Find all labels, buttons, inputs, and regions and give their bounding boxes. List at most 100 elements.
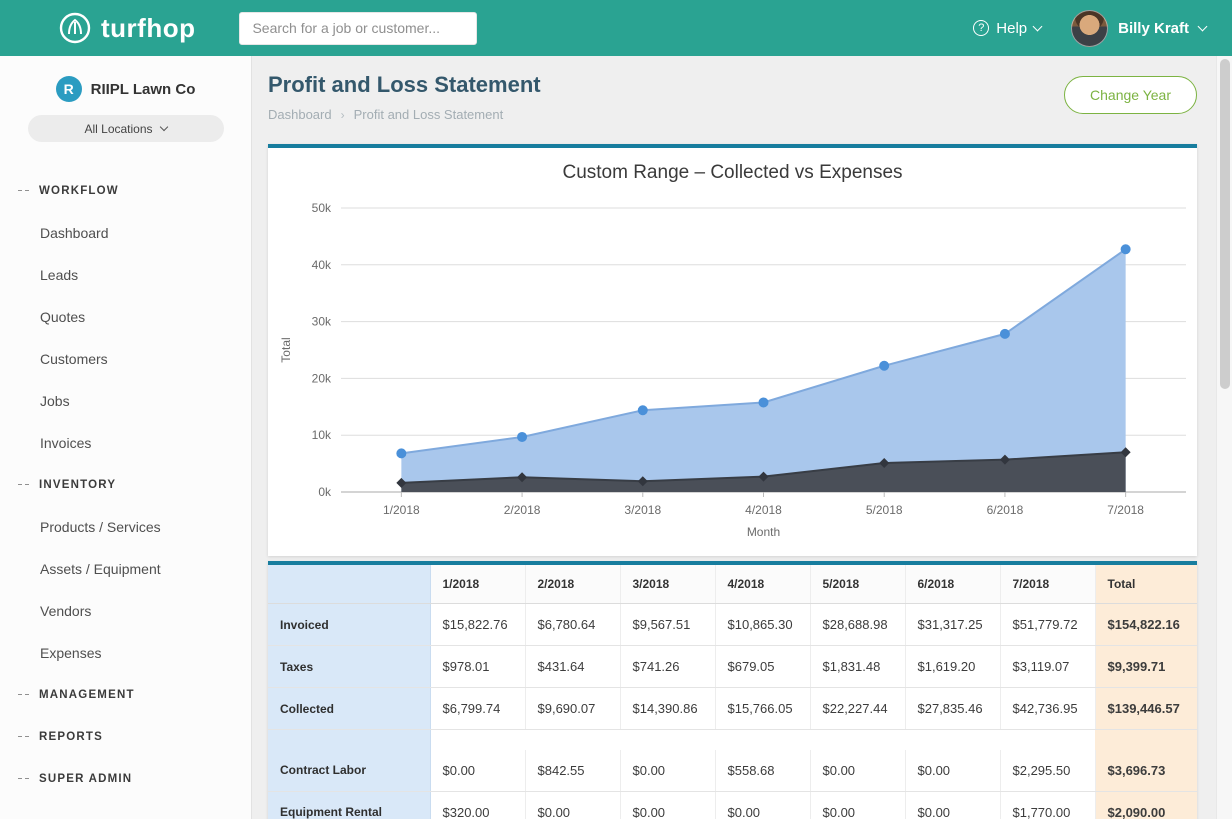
month-column-header: 3/2018 bbox=[620, 565, 715, 604]
cell-value: $842.55 bbox=[525, 750, 620, 792]
cell-value: $0.00 bbox=[905, 750, 1000, 792]
cell-value: $2,295.50 bbox=[1000, 750, 1095, 792]
cell-value: $741.26 bbox=[620, 646, 715, 688]
row-label: Taxes bbox=[268, 646, 430, 688]
sidebar-section-inventory[interactable]: INVENTORY bbox=[0, 464, 251, 506]
gap-label-cell bbox=[268, 730, 430, 750]
sidebar-item-leads[interactable]: Leads bbox=[0, 254, 251, 296]
breadcrumb-current: Profit and Loss Statement bbox=[354, 107, 504, 122]
row-total: $2,090.00 bbox=[1095, 791, 1197, 819]
vertical-scrollbar[interactable] bbox=[1216, 56, 1232, 819]
cell-value: $0.00 bbox=[810, 750, 905, 792]
svg-text:Month: Month bbox=[747, 525, 780, 539]
tree-dash-icon bbox=[18, 733, 32, 741]
svg-text:5/2018: 5/2018 bbox=[866, 503, 903, 517]
tree-dash-icon bbox=[18, 187, 32, 195]
svg-text:Total: Total bbox=[279, 337, 293, 362]
month-column-header: 1/2018 bbox=[430, 565, 525, 604]
tree-dash-icon bbox=[18, 775, 32, 783]
cell-value: $0.00 bbox=[620, 791, 715, 819]
sidebar-section-workflow[interactable]: WORKFLOW bbox=[0, 170, 251, 212]
month-column-header: 4/2018 bbox=[715, 565, 810, 604]
chevron-down-icon bbox=[1033, 21, 1043, 31]
sidebar-item-customers[interactable]: Customers bbox=[0, 338, 251, 380]
row-label: Collected bbox=[268, 688, 430, 730]
month-column-header: 6/2018 bbox=[905, 565, 1000, 604]
cell-value: $679.05 bbox=[715, 646, 810, 688]
sidebar-section-label: REPORTS bbox=[39, 731, 103, 743]
cell-value: $6,780.64 bbox=[525, 604, 620, 646]
sidebar-nav: WORKFLOWDashboardLeadsQuotesCustomersJob… bbox=[0, 170, 251, 800]
cell-value: $0.00 bbox=[620, 750, 715, 792]
table-card: 1/20182/20183/20184/20185/20186/20187/20… bbox=[268, 561, 1197, 819]
gap-cell bbox=[430, 730, 1095, 750]
company-name: RIIPL Lawn Co bbox=[91, 81, 196, 98]
cell-value: $1,619.20 bbox=[905, 646, 1000, 688]
user-menu[interactable]: Billy Kraft bbox=[1071, 10, 1206, 47]
cell-value: $978.01 bbox=[430, 646, 525, 688]
cell-value: $3,119.07 bbox=[1000, 646, 1095, 688]
breadcrumb-dashboard[interactable]: Dashboard bbox=[268, 107, 332, 122]
row-label: Invoiced bbox=[268, 604, 430, 646]
row-total: $139,446.57 bbox=[1095, 688, 1197, 730]
row-total: $154,822.16 bbox=[1095, 604, 1197, 646]
svg-text:1/2018: 1/2018 bbox=[383, 503, 420, 517]
sidebar-section-super-admin[interactable]: SUPER ADMIN bbox=[0, 758, 251, 800]
cell-value: $10,865.30 bbox=[715, 604, 810, 646]
cell-value: $0.00 bbox=[430, 750, 525, 792]
sidebar-section-label: MANAGEMENT bbox=[39, 689, 135, 701]
sidebar-section-management[interactable]: MANAGEMENT bbox=[0, 674, 251, 716]
cell-value: $51,779.72 bbox=[1000, 604, 1095, 646]
svg-text:20k: 20k bbox=[312, 371, 332, 385]
user-name: Billy Kraft bbox=[1118, 20, 1189, 37]
svg-text:4/2018: 4/2018 bbox=[745, 503, 782, 517]
month-column-header: 5/2018 bbox=[810, 565, 905, 604]
cell-value: $6,799.74 bbox=[430, 688, 525, 730]
cell-value: $9,690.07 bbox=[525, 688, 620, 730]
row-label: Contract Labor bbox=[268, 750, 430, 792]
topbar: turfhop ? Help Billy Kraft bbox=[0, 0, 1232, 56]
page-title: Profit and Loss Statement bbox=[268, 72, 541, 98]
cell-value: $320.00 bbox=[430, 791, 525, 819]
search-input[interactable] bbox=[239, 12, 477, 45]
table-header-row: 1/20182/20183/20184/20185/20186/20187/20… bbox=[268, 565, 1197, 604]
cell-value: $0.00 bbox=[715, 791, 810, 819]
sidebar-item-expenses[interactable]: Expenses bbox=[0, 632, 251, 674]
cell-value: $31,317.25 bbox=[905, 604, 1000, 646]
help-menu[interactable]: ? Help bbox=[973, 20, 1041, 37]
change-year-button[interactable]: Change Year bbox=[1064, 76, 1197, 114]
sidebar-section-label: INVENTORY bbox=[39, 479, 116, 491]
cell-value: $0.00 bbox=[525, 791, 620, 819]
scrollbar-thumb[interactable] bbox=[1220, 59, 1230, 389]
sidebar-item-vendors[interactable]: Vendors bbox=[0, 590, 251, 632]
sidebar-section-reports[interactable]: REPORTS bbox=[0, 716, 251, 758]
sidebar-item-quotes[interactable]: Quotes bbox=[0, 296, 251, 338]
sidebar-item-products-services[interactable]: Products / Services bbox=[0, 506, 251, 548]
company-selector[interactable]: R RIIPL Lawn Co bbox=[0, 76, 251, 102]
company-badge: R bbox=[56, 76, 82, 102]
tree-dash-icon bbox=[18, 481, 32, 489]
location-selector[interactable]: All Locations bbox=[28, 115, 224, 142]
sidebar-item-assets-equipment[interactable]: Assets / Equipment bbox=[0, 548, 251, 590]
tree-dash-icon bbox=[18, 691, 32, 699]
brand-logo[interactable]: turfhop bbox=[58, 11, 195, 45]
month-column-header: 2/2018 bbox=[525, 565, 620, 604]
svg-text:2/2018: 2/2018 bbox=[504, 503, 541, 517]
sidebar-section-label: SUPER ADMIN bbox=[39, 773, 132, 785]
chart-card: Custom Range – Collected vs Expenses0k10… bbox=[268, 144, 1197, 556]
cell-value: $431.64 bbox=[525, 646, 620, 688]
cell-value: $14,390.86 bbox=[620, 688, 715, 730]
svg-text:50k: 50k bbox=[312, 201, 332, 215]
cell-value: $15,766.05 bbox=[715, 688, 810, 730]
profit-loss-chart: Custom Range – Collected vs Expenses0k10… bbox=[268, 148, 1197, 556]
profit-loss-table: 1/20182/20183/20184/20185/20186/20187/20… bbox=[268, 565, 1197, 819]
sidebar-item-dashboard[interactable]: Dashboard bbox=[0, 212, 251, 254]
cell-value: $1,831.48 bbox=[810, 646, 905, 688]
sidebar-item-invoices[interactable]: Invoices bbox=[0, 422, 251, 464]
cell-value: $22,227.44 bbox=[810, 688, 905, 730]
svg-text:10k: 10k bbox=[312, 428, 332, 442]
chevron-down-icon bbox=[1198, 21, 1208, 31]
sidebar-item-jobs[interactable]: Jobs bbox=[0, 380, 251, 422]
breadcrumb-separator-icon: › bbox=[341, 108, 345, 122]
row-total: $9,399.71 bbox=[1095, 646, 1197, 688]
